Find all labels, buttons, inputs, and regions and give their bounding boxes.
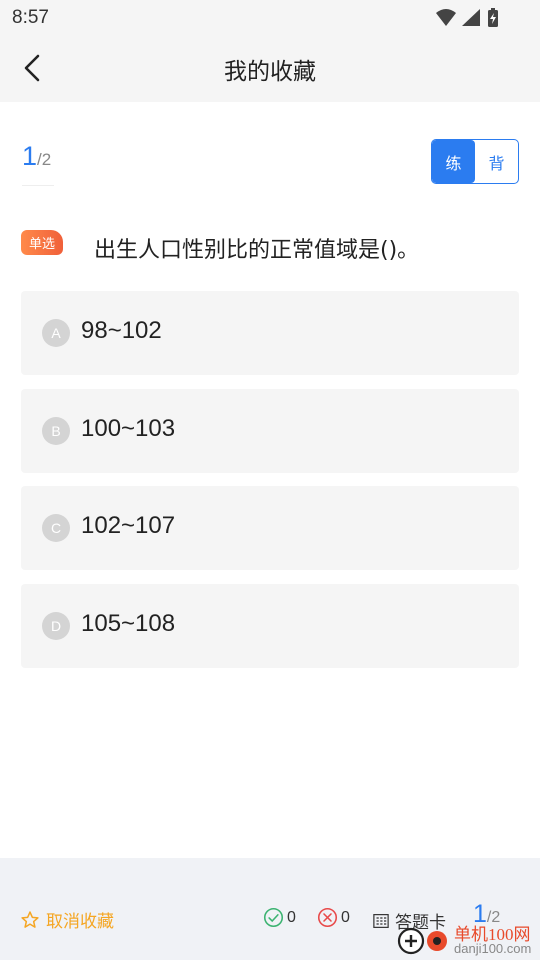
page-title: 我的收藏 xyxy=(224,59,316,85)
watermark-logo-icon xyxy=(397,927,447,955)
grid-icon xyxy=(373,913,389,928)
wrong-count: 0 xyxy=(341,908,350,926)
mode-recite-button[interactable]: 背 xyxy=(475,140,518,183)
option-text: 98~102 xyxy=(81,317,162,344)
battery-icon xyxy=(488,8,498,27)
option-text: 100~103 xyxy=(81,415,176,442)
option-b[interactable]: B 100~103 xyxy=(21,389,519,473)
signal-icon xyxy=(462,9,480,26)
status-bar: 8:57 xyxy=(0,0,540,36)
option-c[interactable]: C 102~107 xyxy=(21,486,519,570)
check-circle-icon xyxy=(263,907,284,928)
status-icons xyxy=(436,8,498,27)
question-type-badge: 单选 xyxy=(21,230,63,255)
option-letter: B xyxy=(42,417,70,445)
option-text: 105~108 xyxy=(81,610,176,637)
wrong-count-stat: 0 xyxy=(317,907,350,928)
counter-total: /2 xyxy=(37,150,52,169)
option-text: 102~107 xyxy=(81,512,176,539)
option-letter: A xyxy=(42,319,70,347)
mode-practice-button[interactable]: 练 xyxy=(432,140,475,183)
option-letter: C xyxy=(42,514,70,542)
unfavorite-button[interactable]: 取消收藏 xyxy=(20,907,114,932)
question-counter: 1/2 xyxy=(22,141,51,185)
bottom-divider xyxy=(0,858,540,882)
correct-count-stat: 0 xyxy=(263,907,296,928)
mode-toggle: 练 背 xyxy=(431,139,519,184)
counter-underline xyxy=(22,185,54,186)
option-letter: D xyxy=(42,612,70,640)
counter-current: 1 xyxy=(22,141,38,171)
option-a[interactable]: A 98~102 xyxy=(21,291,519,375)
watermark: 单机100网 danji100.com xyxy=(392,920,540,960)
correct-count: 0 xyxy=(287,908,296,926)
option-d[interactable]: D 105~108 xyxy=(21,584,519,668)
question-text: 出生人口性别比的正常值域是()。 xyxy=(94,238,420,263)
watermark-url: danji100.com xyxy=(454,941,532,956)
star-icon xyxy=(21,910,39,928)
app-header: 我的收藏 xyxy=(0,36,540,102)
unfavorite-label: 取消收藏 xyxy=(46,912,114,932)
status-time: 8:57 xyxy=(12,7,49,28)
wifi-icon xyxy=(436,9,456,26)
x-circle-icon xyxy=(317,907,338,928)
